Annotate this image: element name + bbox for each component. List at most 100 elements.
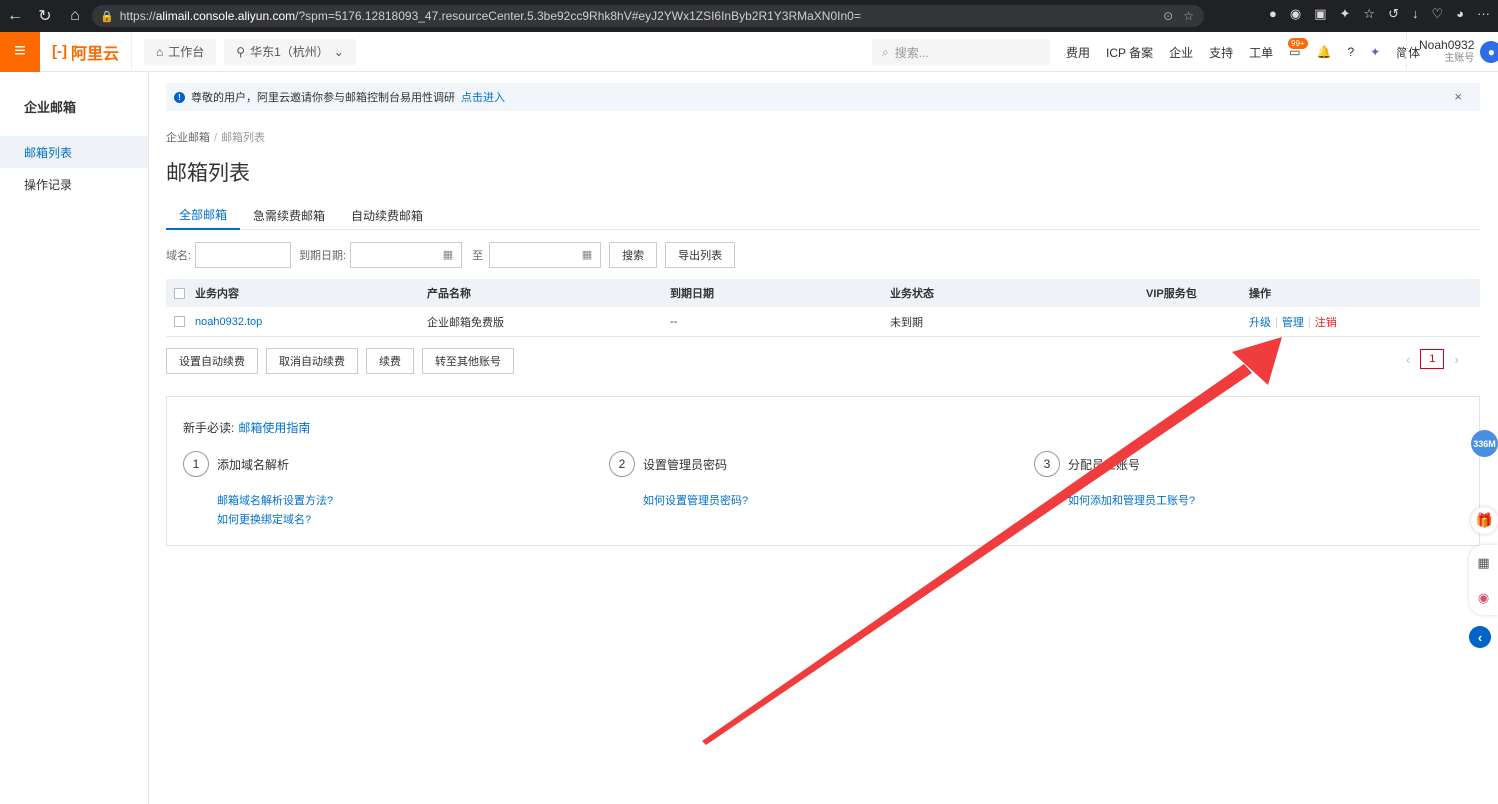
browser-toolbar: ← ↻ ⌂ 🔒 https://alimail.console.aliyun.c… <box>0 0 1498 32</box>
guide-link[interactable]: 邮箱使用指南 <box>238 421 310 435</box>
survey-notice: ! 尊敬的用户，阿里云邀请你参与邮箱控制台易用性调研 点击进入 × <box>166 83 1480 111</box>
prev-page-icon[interactable]: ‹ <box>1406 352 1410 367</box>
breadcrumb-parent[interactable]: 企业邮箱 <box>166 132 210 144</box>
step-number: 1 <box>183 451 209 477</box>
gift-icon[interactable]: 🎁 <box>1471 507 1498 534</box>
workbench-label: 工作台 <box>168 45 205 59</box>
user-menu[interactable]: Noah0932 主账号 ● <box>1406 32 1498 72</box>
expire-date-label: 到期日期: <box>299 250 347 262</box>
extension-puzzle-icon[interactable]: ✦ <box>1340 6 1351 22</box>
ai-assistant-icon[interactable]: ✦ <box>1370 45 1380 59</box>
step-label: 添加域名解析 <box>217 457 290 472</box>
aliyun-logo[interactable]: [-] 阿里云 <box>40 31 132 72</box>
qr-code-icon[interactable]: ▦ <box>1477 555 1489 571</box>
upgrade-link[interactable]: 升级 <box>1249 314 1271 330</box>
breadcrumb-current: 邮箱列表 <box>221 132 266 144</box>
step-label: 分配员工账号 <box>1068 457 1141 472</box>
tab-auto-renewal[interactable]: 自动续费邮箱 <box>338 201 436 230</box>
end-date-input[interactable]: ▦ <box>489 242 602 268</box>
calendar-icon[interactable]: ▦ <box>582 248 592 261</box>
favorites-icon[interactable]: ☆ <box>1363 6 1375 22</box>
tab-all-mailboxes[interactable]: 全部邮箱 <box>166 201 241 230</box>
main-content: ! 尊敬的用户，阿里云邀请你参与邮箱控制台易用性调研 点击进入 × 企业邮箱 / 邮… <box>150 73 1498 804</box>
address-bar[interactable]: 🔒 https://alimail.console.aliyun.com/?sp… <box>92 5 1204 27</box>
link-ticket[interactable]: 工单 <box>1249 44 1273 61</box>
guide-link-employee-accounts[interactable]: 如何添加和管理员工账号? <box>1068 492 1195 508</box>
profile-icon[interactable]: ◕ <box>1456 6 1464 22</box>
menu-icon[interactable]: ≡ <box>0 31 40 72</box>
guide-link-change-domain[interactable]: 如何更换绑定域名? <box>217 511 311 527</box>
extension-icon[interactable]: ▣ <box>1314 6 1326 22</box>
link-support[interactable]: 支持 <box>1209 44 1233 61</box>
region-label: 华东1（杭州） <box>250 45 329 59</box>
reader-icon[interactable]: ⊙ <box>1163 9 1173 23</box>
filter-bar: 域名: 到期日期: ▦ 至 ▦ 搜索 导出列表 <box>166 242 743 268</box>
sidebar-item-operation-log[interactable]: 操作记录 <box>0 168 148 200</box>
row-expire: -- <box>670 315 678 328</box>
health-icon[interactable]: ♡ <box>1431 6 1443 22</box>
region-selector[interactable]: ⚲ 华东1（杭州） ⌄ <box>224 38 356 65</box>
cancel-account-link[interactable]: 注销 <box>1315 314 1337 330</box>
floating-toolbar: ▦ ◉ <box>1469 545 1498 615</box>
step-number: 2 <box>609 451 635 477</box>
page-current[interactable]: 1 <box>1420 349 1445 369</box>
close-icon[interactable]: × <box>1454 89 1462 104</box>
sidebar: 企业邮箱 邮箱列表 操作记录 <box>0 73 149 804</box>
table-header: 业务内容 产品名称 到期日期 业务状态 VIP服务包 操作 <box>166 279 1480 307</box>
manage-link[interactable]: 管理 <box>1282 314 1304 330</box>
notification-bell-icon[interactable]: 🔔 <box>1317 45 1332 59</box>
notice-link[interactable]: 点击进入 <box>461 89 505 105</box>
chevron-down-icon: ⌄ <box>333 44 344 59</box>
notice-text: 尊敬的用户，阿里云邀请你参与邮箱控制台易用性调研 <box>191 92 455 104</box>
user-role: 主账号 <box>1444 53 1475 64</box>
select-all-checkbox[interactable] <box>174 287 185 299</box>
ai-avatar-icon[interactable]: ◉ <box>1478 590 1489 606</box>
next-page-icon[interactable]: › <box>1454 352 1458 367</box>
link-enterprise[interactable]: 企业 <box>1169 44 1193 61</box>
more-icon[interactable]: ··· <box>1477 6 1490 22</box>
guide-step-1: 1 添加域名解析 <box>183 451 289 477</box>
step-number: 3 <box>1034 451 1060 477</box>
link-icp[interactable]: ICP 备案 <box>1106 44 1153 61</box>
floating-memory-badge[interactable]: 336M <box>1471 430 1498 457</box>
calendar-icon[interactable]: ▦ <box>443 248 453 261</box>
back-icon[interactable]: ← <box>0 7 30 25</box>
row-checkbox[interactable] <box>174 316 185 327</box>
workbench-button[interactable]: ⌂ 工作台 <box>144 38 217 65</box>
row-domain-link[interactable]: noah0932.top <box>195 307 262 336</box>
extension-icon[interactable]: ◉ <box>1290 6 1301 22</box>
renew-button[interactable]: 续费 <box>366 348 414 374</box>
cancel-auto-renew-button[interactable]: 取消自动续费 <box>266 348 358 374</box>
domain-input[interactable] <box>195 242 292 268</box>
logo-mark-icon: [-] <box>51 43 67 60</box>
start-date-input[interactable]: ▦ <box>350 242 463 268</box>
domain-label: 域名: <box>166 250 192 262</box>
reload-icon[interactable]: ↻ <box>30 6 60 26</box>
row-product: 企业邮箱免费版 <box>427 316 504 329</box>
site-info-icon[interactable]: 🔒 <box>100 10 114 23</box>
search-button[interactable]: 搜索 <box>609 242 658 268</box>
page-title: 邮箱列表 <box>166 162 250 185</box>
logo-text: 阿里云 <box>70 45 119 63</box>
download-icon[interactable]: ↓ <box>1412 6 1419 22</box>
help-icon[interactable]: ? <box>1347 45 1354 59</box>
extension-icon[interactable]: ● <box>1269 6 1277 22</box>
console-search-input[interactable]: ⌕ 搜索... <box>872 39 1050 65</box>
sidebar-title: 企业邮箱 <box>24 100 77 115</box>
history-icon[interactable]: ↺ <box>1388 6 1399 22</box>
sidebar-item-mailbox-list[interactable]: 邮箱列表 <box>0 136 148 168</box>
avatar[interactable]: ● <box>1480 41 1498 63</box>
set-auto-renew-button[interactable]: 设置自动续费 <box>166 348 258 374</box>
export-list-button[interactable]: 导出列表 <box>665 242 736 268</box>
guide-link-dns-setup[interactable]: 邮箱域名解析设置方法? <box>217 492 333 508</box>
mailbox-table: 业务内容 产品名称 到期日期 业务状态 VIP服务包 操作 noah0932.t… <box>166 279 1480 337</box>
collapse-chevron-icon[interactable]: ‹ <box>1469 626 1491 648</box>
tab-urgent-renewal[interactable]: 急需续费邮箱 <box>240 201 338 230</box>
link-fees[interactable]: 费用 <box>1066 44 1090 61</box>
guide-title: 新手必读: 邮箱使用指南 <box>183 419 310 436</box>
home-icon[interactable]: ⌂ <box>60 7 90 25</box>
col-ops: 操作 <box>1249 288 1271 300</box>
guide-link-admin-password[interactable]: 如何设置管理员密码? <box>643 492 748 508</box>
transfer-account-button[interactable]: 转至其他账号 <box>422 348 514 374</box>
favorite-star-icon[interactable]: ☆ <box>1183 9 1194 23</box>
